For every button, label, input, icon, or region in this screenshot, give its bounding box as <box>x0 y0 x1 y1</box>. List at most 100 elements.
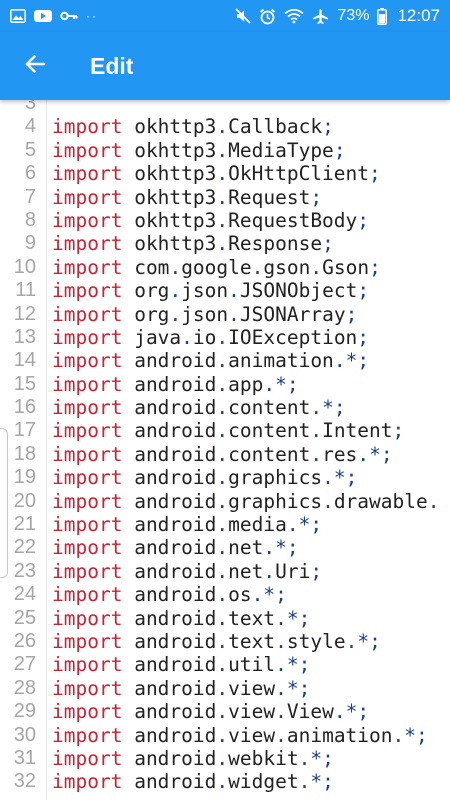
code-text: import android.graphics.drawable. <box>52 489 440 513</box>
code-line[interactable]: 3 <box>0 100 450 115</box>
code-text: import android.media.*; <box>52 513 323 537</box>
line-number: 26 <box>13 629 36 652</box>
code-line[interactable]: 20 import android.graphics.drawable. <box>0 490 450 513</box>
code-line[interactable]: 26 import android.text.style.*; <box>0 630 450 653</box>
code-text: import org.json.JSONArray; <box>52 302 358 326</box>
code-line[interactable]: 10 import com.google.gson.Gson; <box>0 256 450 279</box>
code-text: import android.animation.*; <box>52 349 370 373</box>
line-number: 3 <box>24 100 36 114</box>
line-number: 6 <box>24 162 36 185</box>
line-number: 25 <box>13 606 36 629</box>
code-text: import okhttp3.Request; <box>52 185 323 209</box>
code-line[interactable]: 6 import okhttp3.OkHttpClient; <box>0 162 450 185</box>
code-text: import android.util.*; <box>52 653 311 677</box>
code-lines: 3 4 import okhttp3.Callback; 5 import okhttp… <box>0 100 450 794</box>
code-line[interactable]: 25 import android.text.*; <box>0 607 450 630</box>
code-line[interactable]: 24 import android.os.*; <box>0 583 450 606</box>
code-line[interactable]: 21 import android.media.*; <box>0 513 450 536</box>
line-number: 32 <box>13 770 36 793</box>
youtube-icon <box>34 9 52 23</box>
status-bar: ·· 73% 12:07 <box>0 0 450 32</box>
code-line[interactable]: 27 import android.util.*; <box>0 653 450 676</box>
line-number: 11 <box>15 279 36 302</box>
code-text: import android.widget.*; <box>52 770 334 794</box>
line-number: 9 <box>24 232 36 255</box>
status-bar-right: 73% 12:07 <box>235 6 440 26</box>
app-bar: Edit <box>0 32 450 100</box>
code-text: import android.view.View.*; <box>52 700 370 724</box>
code-line[interactable]: 19 import android.graphics.*; <box>0 466 450 489</box>
line-number: 14 <box>13 349 36 372</box>
code-line[interactable]: 18 import android.content.res.*; <box>0 443 450 466</box>
code-line[interactable]: 5 import okhttp3.MediaType; <box>0 139 450 162</box>
code-line[interactable]: 29 import android.view.View.*; <box>0 700 450 723</box>
code-line[interactable]: 12 import org.json.JSONArray; <box>0 303 450 326</box>
code-text: import android.content.res.*; <box>52 442 393 466</box>
page-title: Edit <box>90 52 134 79</box>
code-editor[interactable]: 3 4 import okhttp3.Callback; 5 import okhttp… <box>0 100 450 800</box>
line-number: 30 <box>13 723 36 746</box>
code-line[interactable]: 17 import android.content.Intent; <box>0 419 450 442</box>
alarm-icon <box>259 8 276 25</box>
code-text: import android.net.Uri; <box>52 559 323 583</box>
code-line[interactable]: 23 import android.net.Uri; <box>0 560 450 583</box>
line-number: 16 <box>13 396 36 419</box>
code-text: import android.text.style.*; <box>52 629 381 653</box>
code-text: import android.os.*; <box>52 583 287 607</box>
code-text: import android.view.*; <box>52 676 311 700</box>
back-button[interactable] <box>0 32 70 100</box>
line-number: 10 <box>13 255 36 278</box>
arrow-left-icon <box>24 53 46 80</box>
line-number: 31 <box>13 746 36 769</box>
line-number: 29 <box>13 700 36 723</box>
battery-icon <box>377 7 388 25</box>
code-line[interactable]: 32 import android.widget.*; <box>0 770 450 793</box>
line-number: 24 <box>13 583 36 606</box>
line-number: 15 <box>13 372 36 395</box>
more-dots-icon: ·· <box>86 9 98 23</box>
code-line[interactable]: 4 import okhttp3.Callback; <box>0 115 450 138</box>
code-line[interactable]: 16 import android.content.*; <box>0 396 450 419</box>
line-number: 12 <box>13 302 36 325</box>
code-line[interactable]: 8 import okhttp3.RequestBody; <box>0 209 450 232</box>
code-text: import android.content.Intent; <box>52 419 405 443</box>
code-line[interactable]: 15 import android.app.*; <box>0 373 450 396</box>
code-text: import android.text.*; <box>52 606 311 630</box>
code-text: import android.app.*; <box>52 372 299 396</box>
code-line[interactable]: 9 import okhttp3.Response; <box>0 232 450 255</box>
line-number: 27 <box>13 653 36 676</box>
status-bar-left: ·· <box>10 9 98 23</box>
code-text: import android.view.animation.*; <box>52 723 428 747</box>
code-line[interactable]: 13 import java.io.IOException; <box>0 326 450 349</box>
line-number: 28 <box>13 676 36 699</box>
clock: 12:07 <box>397 6 440 25</box>
line-number: 7 <box>24 185 36 208</box>
code-text: import okhttp3.Response; <box>52 232 334 256</box>
code-text: import android.net.*; <box>52 536 299 560</box>
code-text: import okhttp3.MediaType; <box>52 138 346 162</box>
code-text: import okhttp3.Callback; <box>52 115 334 139</box>
code-line[interactable]: 14 import android.animation.*; <box>0 349 450 372</box>
code-text: import android.webkit.*; <box>52 746 334 770</box>
fast-scroll-handle[interactable] <box>0 428 8 578</box>
code-line[interactable]: 22 import android.net.*; <box>0 536 450 559</box>
code-line[interactable]: 11 import org.json.JSONObject; <box>0 279 450 302</box>
code-text: import java.io.IOException; <box>52 325 370 349</box>
line-number: 8 <box>24 208 36 231</box>
wifi-icon <box>284 8 304 24</box>
code-line[interactable]: 31 import android.webkit.*; <box>0 747 450 770</box>
image-icon <box>10 9 26 23</box>
code-line[interactable]: 7 import okhttp3.Request; <box>0 186 450 209</box>
line-number: 13 <box>13 325 36 348</box>
code-line[interactable]: 28 import android.view.*; <box>0 677 450 700</box>
airplane-icon <box>312 8 329 25</box>
code-text: import com.google.gson.Gson; <box>52 255 381 279</box>
mute-icon <box>235 8 252 24</box>
code-text: import okhttp3.OkHttpClient; <box>52 162 381 186</box>
battery-percent: 73% <box>337 7 370 24</box>
line-number: 5 <box>24 138 36 161</box>
code-text: import android.graphics.*; <box>52 466 358 490</box>
code-line[interactable]: 30 import android.view.animation.*; <box>0 724 450 747</box>
code-text: import org.json.JSONObject; <box>52 279 370 303</box>
